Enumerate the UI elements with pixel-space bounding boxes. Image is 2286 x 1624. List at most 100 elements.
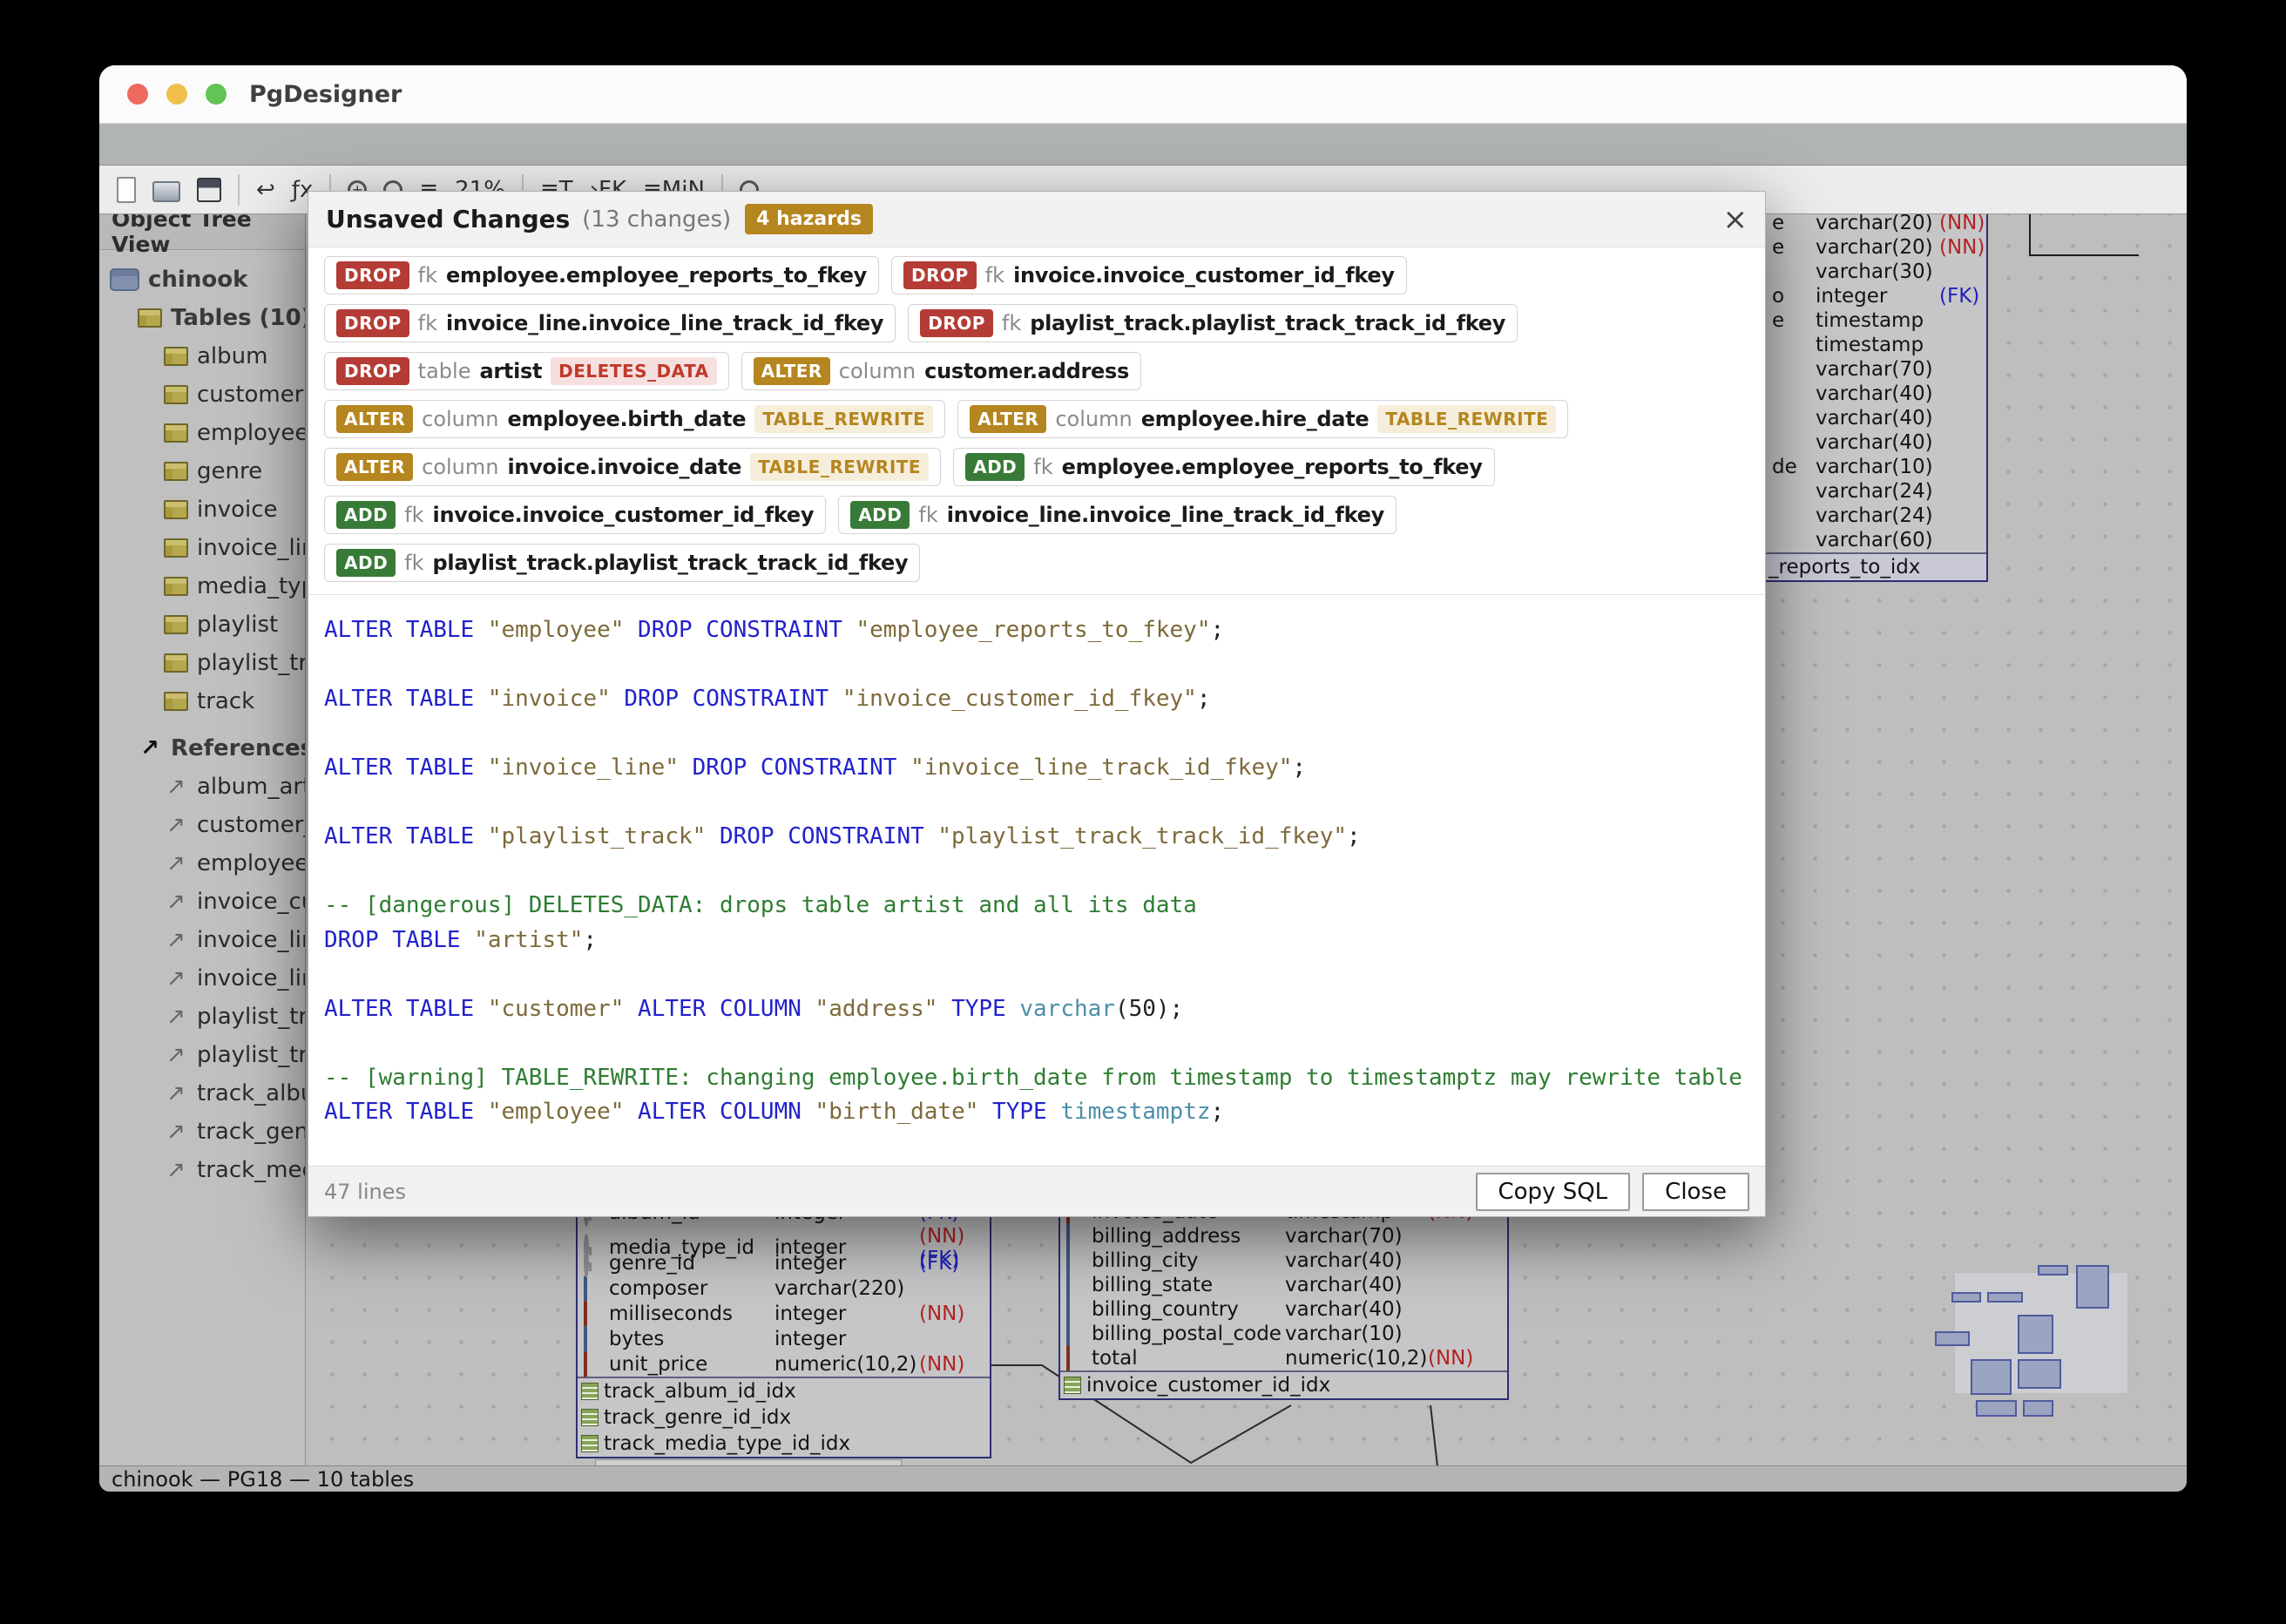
toolbar-button-icon[interactable] <box>197 178 221 202</box>
minimap-table-rect <box>1976 1400 2017 1417</box>
dialog-title: Unsaved Changes <box>326 205 570 233</box>
column-icon <box>584 1301 587 1327</box>
tree-group-tables[interactable]: Tables (10) <box>99 299 305 337</box>
tree-item-database[interactable]: chinook <box>99 261 305 299</box>
tree-item-reference[interactable]: ↗ track_genre <box>99 1113 305 1151</box>
tree-item-table[interactable]: customer <box>99 376 305 414</box>
toolbar-button-icon[interactable]: ↩ <box>256 177 275 203</box>
change-chip[interactable]: ALTER column customer.address <box>741 352 1141 390</box>
minimap-table-rect <box>2038 1265 2068 1276</box>
tree-item-table[interactable]: media_type <box>99 567 305 606</box>
references-list: ↗ album_artis ↗ customer_s ↗ employee_r … <box>99 768 305 1189</box>
tree-item-reference[interactable]: ↗ employee_r <box>99 844 305 883</box>
invoice-indexes: invoice_customer_id_idx <box>1060 1372 1507 1398</box>
hazard-badge: TABLE_REWRITE <box>750 453 929 481</box>
tree-group-references[interactable]: ↗ References ( <box>99 729 305 768</box>
index-icon <box>1064 1377 1081 1394</box>
operation-badge: ALTER <box>970 405 1046 433</box>
tree-item-table[interactable]: employee <box>99 414 305 452</box>
change-chip[interactable]: ALTER column invoice.invoice_date TABLE_… <box>324 448 941 486</box>
operation-badge: DROP <box>336 261 409 289</box>
tree-item-table[interactable]: track <box>99 682 305 721</box>
change-chip[interactable]: ALTER column employee.birth_date TABLE_R… <box>324 400 945 438</box>
column-row: o integer (FK) <box>1765 284 1986 308</box>
tree-item-reference[interactable]: ↗ album_artis <box>99 768 305 806</box>
close-icon[interactable]: × <box>1723 202 1748 237</box>
column-icon <box>1066 1345 1070 1371</box>
column-icon <box>1066 1296 1070 1323</box>
change-chip[interactable]: ALTER column employee.hire_date TABLE_RE… <box>957 400 1568 438</box>
tree-item-table[interactable]: invoice_line <box>99 529 305 567</box>
tree-item-table[interactable]: invoice <box>99 491 305 529</box>
column-icon <box>1066 1248 1070 1274</box>
column-row: unit_price numeric(10,2) (NN) <box>578 1351 990 1377</box>
operation-badge: ADD <box>336 501 396 529</box>
unsaved-changes-dialog: Unsaved Changes (13 changes) 4 hazards ×… <box>308 191 1766 1217</box>
tree-item-reference[interactable]: ↗ invoice_line <box>99 959 305 998</box>
tree-item-reference[interactable]: ↗ track_album <box>99 1074 305 1113</box>
change-chip[interactable]: DROP fk employee.employee_reports_to_fke… <box>324 256 879 294</box>
table-node-partial[interactable] <box>595 1459 902 1465</box>
app-window: PgDesigner ↩ƒx+≡21%≡T›FK≡MiN Object Tree… <box>99 65 2187 1492</box>
tree-item-reference[interactable]: ↗ customer_s <box>99 806 305 844</box>
column-icon <box>1066 1321 1070 1347</box>
table-node-track[interactable]: album_id integer (FK) media_type_id inte… <box>576 1198 991 1458</box>
column-row: varchar(40) <box>1765 430 1986 455</box>
tree-item-reference[interactable]: ↗ playlist_trac <box>99 1036 305 1074</box>
column-row: genre_id integer (FK) <box>578 1250 990 1276</box>
minimap-table-rect <box>2018 1359 2061 1389</box>
tree-item-reference[interactable]: ↗ track_medi <box>99 1151 305 1189</box>
column-icon <box>584 1249 589 1277</box>
change-chip[interactable]: ADD fk invoice.invoice_customer_id_fkey <box>324 496 826 534</box>
tree-item-table[interactable]: album <box>99 337 305 376</box>
change-chip[interactable]: DROP table artist DELETES_DATA <box>324 352 729 390</box>
column-row: varchar(40) <box>1765 406 1986 430</box>
change-chip[interactable]: ADD fk invoice_line.invoice_line_track_i… <box>838 496 1397 534</box>
tree-item-reference[interactable]: ↗ invoice_line <box>99 921 305 959</box>
table-node-employee[interactable]: e varchar(20) (NN) e varchar(20) (NN) va… <box>1763 214 1988 582</box>
change-chip[interactable]: ADD fk employee.employee_reports_to_fkey <box>953 448 1495 486</box>
column-row: varchar(40) <box>1765 382 1986 406</box>
close-button[interactable]: Close <box>1642 1173 1749 1211</box>
statusbar: chinook — PG18 — 10 tables <box>99 1465 2187 1492</box>
toolbar-button-icon[interactable] <box>238 174 240 206</box>
minimap-table-rect <box>2023 1400 2053 1417</box>
operation-badge: DROP <box>920 309 993 337</box>
operation-badge: ALTER <box>336 453 413 481</box>
copy-sql-button[interactable]: Copy SQL <box>1476 1173 1631 1211</box>
sql-preview[interactable]: ALTER TABLE "employee" DROP CONSTRAINT "… <box>308 595 1765 1166</box>
change-chip[interactable]: DROP fk invoice_line.invoice_line_track_… <box>324 304 896 342</box>
change-chip[interactable]: DROP fk invoice.invoice_customer_id_fkey <box>891 256 1407 294</box>
reference-arrow-icon: ↗ <box>164 812 188 838</box>
toolbar-button-icon[interactable] <box>117 177 136 203</box>
column-row: billing_city varchar(40) <box>1060 1248 1507 1273</box>
reference-arrow-icon: ↗ <box>164 927 188 953</box>
zoom-window-icon[interactable] <box>206 84 227 105</box>
tree-item-table[interactable]: genre <box>99 452 305 491</box>
column-row: e varchar(20) (NN) <box>1765 214 1986 235</box>
column-row: total numeric(10,2) (NN) <box>1060 1346 1507 1370</box>
changes-count: (13 changes) <box>582 206 731 233</box>
minimize-window-icon[interactable] <box>166 84 187 105</box>
toolbar-button-icon[interactable] <box>152 181 180 202</box>
window-title: PgDesigner <box>249 81 402 108</box>
index-row: track_album_id_idx <box>578 1378 990 1404</box>
database-icon <box>110 268 139 291</box>
index-row: invoice_customer_id_idx <box>1060 1372 1507 1398</box>
tree-item-reference[interactable]: ↗ invoice_cus <box>99 883 305 921</box>
index-row: track_media_type_id_idx <box>578 1431 990 1457</box>
change-chip[interactable]: DROP fk playlist_track.playlist_track_tr… <box>908 304 1518 342</box>
change-chip[interactable]: ADD fk playlist_track.playlist_track_tra… <box>324 544 920 582</box>
column-row: bytes integer <box>578 1326 990 1351</box>
close-window-icon[interactable] <box>127 84 148 105</box>
operation-badge: ADD <box>850 501 910 529</box>
tables-list: album customer employee genre in <box>99 337 305 721</box>
table-node-invoice[interactable]: invoice_date timestamp (NN) billing_addr… <box>1058 1198 1509 1400</box>
tree-item-reference[interactable]: ↗ playlist_trac <box>99 998 305 1036</box>
operation-badge: ADD <box>336 549 396 577</box>
minimap[interactable] <box>1932 1260 2133 1421</box>
tree-item-table[interactable]: playlist <box>99 606 305 644</box>
hazard-badge: DELETES_DATA <box>551 357 716 385</box>
column-row: varchar(70) <box>1765 357 1986 382</box>
tree-item-table[interactable]: playlist_trac <box>99 644 305 682</box>
